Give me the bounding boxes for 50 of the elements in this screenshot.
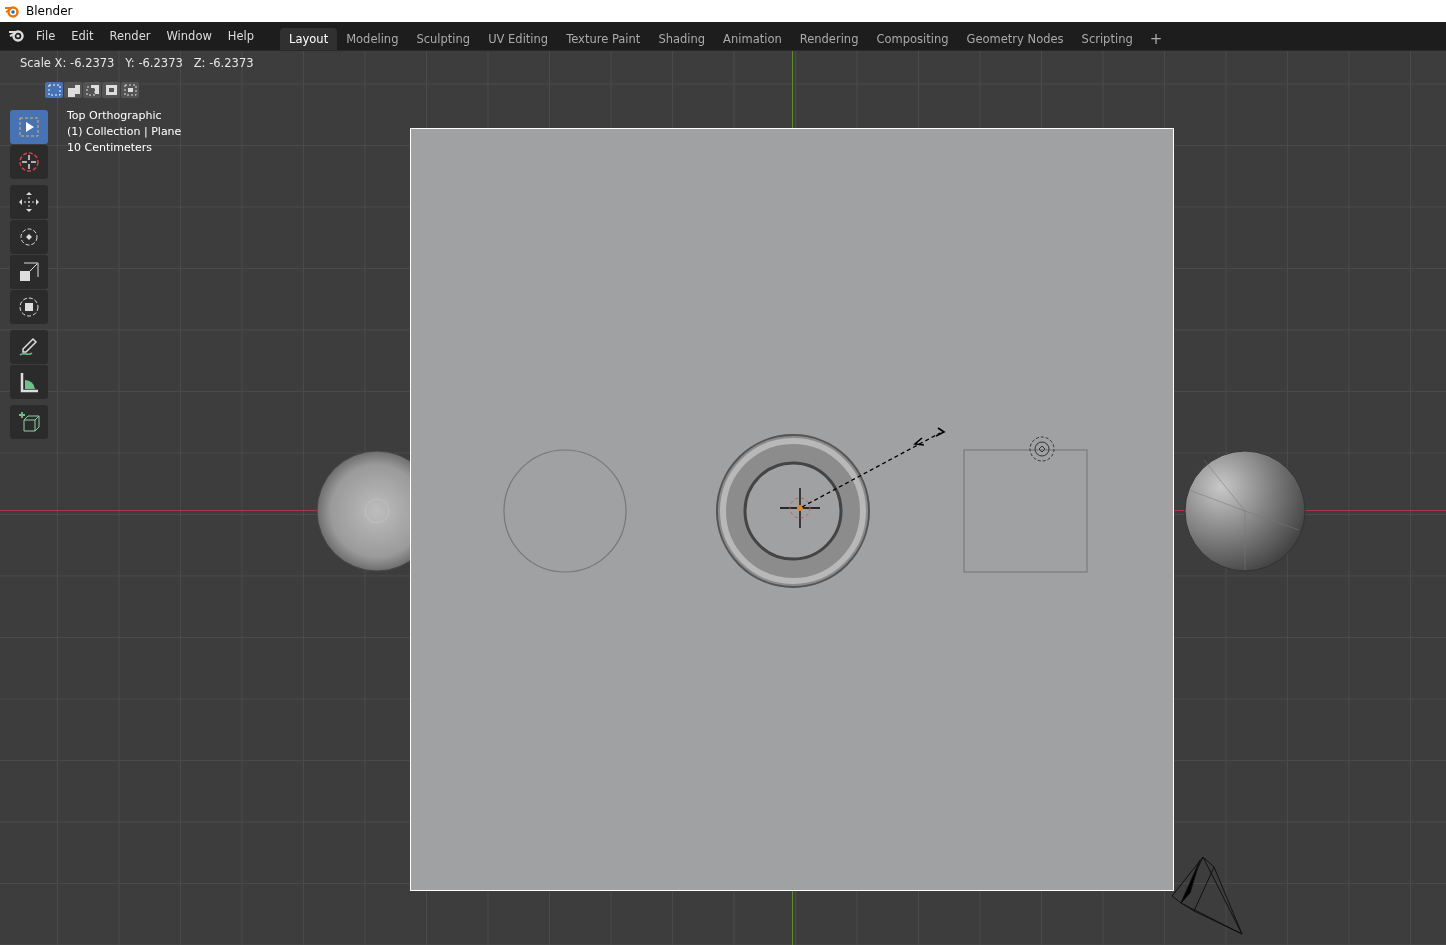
tool-button[interactable] bbox=[10, 290, 48, 324]
workspace-tab[interactable]: Geometry Nodes bbox=[957, 28, 1073, 50]
workspace-tab[interactable]: Animation bbox=[714, 28, 791, 50]
selection-mode-button[interactable] bbox=[45, 82, 63, 98]
viewport-info-text: Top Orthographic bbox=[67, 109, 163, 122]
workspace-tab[interactable]: Texture Paint bbox=[557, 28, 650, 50]
tool-button[interactable] bbox=[10, 365, 48, 399]
workspace-tab[interactable]: Modeling bbox=[337, 28, 408, 50]
workspace-tab[interactable]: Sculpting bbox=[407, 28, 480, 50]
menu-item[interactable]: File bbox=[28, 29, 64, 43]
workspace-tab[interactable]: Layout bbox=[280, 28, 338, 50]
move-icon bbox=[17, 190, 41, 214]
tool-button[interactable] bbox=[10, 220, 48, 254]
selection-mode-button[interactable] bbox=[121, 82, 139, 98]
add-workspace-button[interactable]: + bbox=[1141, 28, 1171, 50]
workspace-tab[interactable]: Compositing bbox=[867, 28, 958, 50]
workspace-tab[interactable]: UV Editing bbox=[479, 28, 558, 50]
tool-button[interactable] bbox=[10, 255, 48, 289]
workspace-tab[interactable]: Scripting bbox=[1072, 28, 1142, 50]
add-cube-icon bbox=[17, 410, 41, 434]
viewport-info-text: 10 Centimeters bbox=[67, 141, 154, 154]
rotate-icon bbox=[17, 225, 41, 249]
operator-status-text: Scale X: -6.2373 Y: -6.2373 Z: -6.2373 bbox=[20, 56, 254, 70]
selection-subtract-icon bbox=[84, 83, 100, 97]
cursor-icon bbox=[17, 150, 41, 174]
workspace-tab[interactable]: Shading bbox=[649, 28, 715, 50]
viewport-info-text: (1) Collection | Plane bbox=[67, 125, 182, 138]
menu-item[interactable]: Window bbox=[158, 29, 220, 43]
selection-new-icon bbox=[46, 83, 62, 97]
selection-invert-icon bbox=[103, 83, 119, 97]
selection-mode-button[interactable] bbox=[83, 82, 101, 98]
tool-button[interactable] bbox=[10, 110, 48, 144]
selection-mode-button[interactable] bbox=[64, 82, 82, 98]
selection-intersect-icon bbox=[122, 83, 138, 97]
tool-button[interactable] bbox=[10, 185, 48, 219]
select-box-icon bbox=[17, 115, 41, 139]
menu-item[interactable]: Render bbox=[101, 29, 159, 43]
tool-button[interactable] bbox=[10, 145, 48, 179]
menu-item[interactable]: Help bbox=[219, 29, 263, 43]
selection-mode-button[interactable] bbox=[102, 82, 120, 98]
transform-icon bbox=[17, 295, 41, 319]
menu-item[interactable]: Edit bbox=[63, 29, 102, 43]
tool-button[interactable] bbox=[10, 405, 48, 439]
workspace-tab[interactable]: Rendering bbox=[790, 28, 868, 50]
scale-icon bbox=[17, 260, 41, 284]
blender-logo-icon bbox=[4, 3, 20, 19]
selection-extend-icon bbox=[65, 83, 81, 97]
tool-button[interactable] bbox=[10, 330, 48, 364]
window-title: Blender bbox=[26, 4, 73, 18]
light-icon bbox=[1029, 436, 1055, 462]
